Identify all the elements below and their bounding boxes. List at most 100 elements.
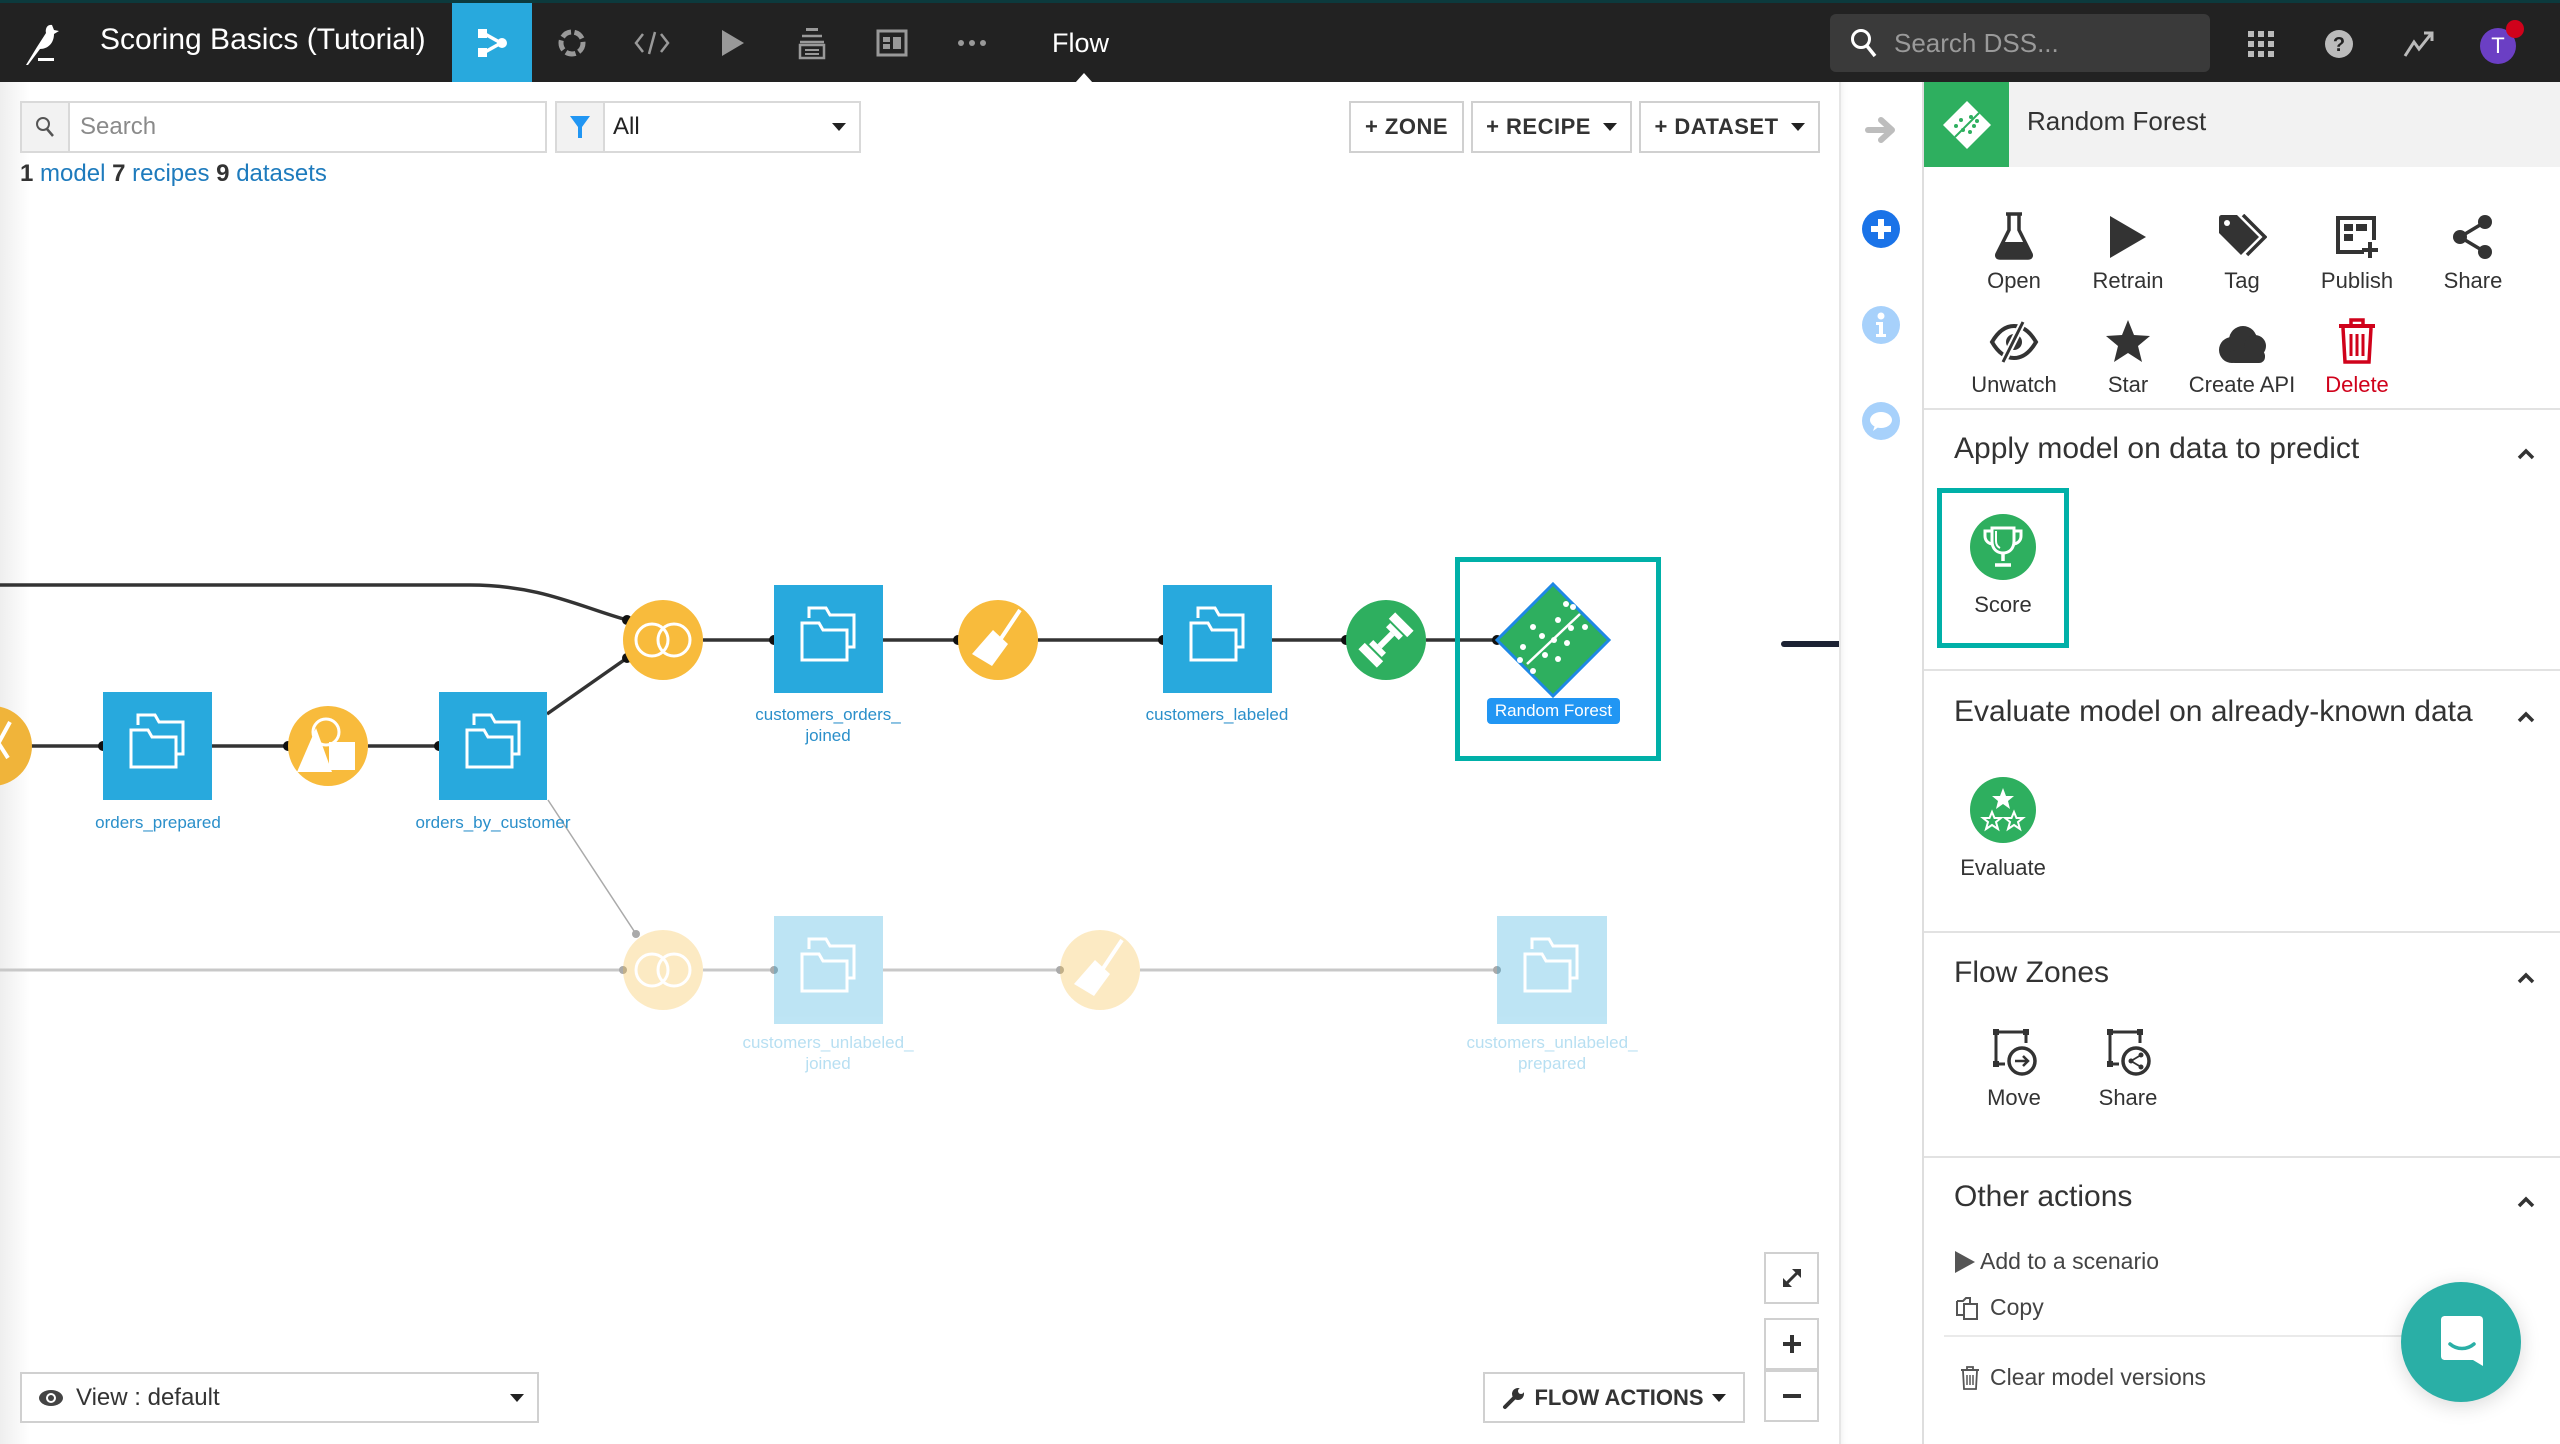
help-button[interactable]: ? — [2318, 23, 2360, 65]
recipe-node-prepare-left[interactable] — [0, 706, 32, 786]
copy-button[interactable]: Copy — [1954, 1294, 2044, 1321]
section-title-other-actions[interactable]: Other actions — [1954, 1180, 2132, 1214]
view-select[interactable]: View : default — [20, 1372, 539, 1423]
dataset-label[interactable]: customers_unlabeled_ prepared — [1452, 1032, 1652, 1074]
evaluate-label: Evaluate — [1960, 855, 2046, 880]
right-actions-panel: Random Forest Open Retrain Tag Publish S… — [1922, 82, 2560, 1444]
flow-search-input[interactable] — [70, 103, 545, 151]
nav-wiki-button[interactable] — [772, 3, 852, 82]
flow-actions-button[interactable]: FLOW ACTIONS — [1483, 1372, 1745, 1423]
stat-count: 7 — [112, 160, 126, 187]
nav-dashboards-button[interactable] — [852, 3, 932, 82]
recipe-node-group[interactable] — [288, 706, 368, 786]
svg-text:?: ? — [2333, 34, 2345, 56]
tag-button[interactable]: Tag — [2187, 210, 2297, 294]
recipe-node-join[interactable] — [623, 600, 703, 680]
fit-to-screen-button[interactable] — [1764, 1252, 1819, 1304]
panel-title: Random Forest — [2027, 106, 2207, 136]
dataset-label[interactable]: customers_labeled — [1117, 704, 1317, 725]
unwatch-label: Unwatch — [1971, 372, 2057, 397]
dataset-node-customers-unlabeled-joined[interactable] — [774, 916, 883, 1024]
dataset-node-customers-unlabeled-prepared[interactable] — [1497, 916, 1607, 1024]
unwatch-button[interactable]: Unwatch — [1959, 314, 2069, 398]
dataset-node-orders-by-customer[interactable] — [439, 692, 547, 800]
section-title-apply[interactable]: Apply model on data to predict — [1954, 432, 2359, 466]
dataset-node-customers-orders-joined[interactable] — [774, 585, 883, 693]
dataset-label[interactable]: customers_unlabeled_ joined — [728, 1032, 928, 1074]
score-button[interactable]: Score — [1943, 514, 2063, 618]
delete-button[interactable]: Delete — [2302, 314, 2412, 398]
dataset-label[interactable]: customers_orders_ joined — [728, 704, 928, 746]
nav-more-button[interactable] — [932, 3, 1012, 82]
chat-support-button[interactable] — [2401, 1282, 2521, 1402]
flow-search-box[interactable] — [20, 101, 547, 153]
create-api-button[interactable]: Create API — [2187, 314, 2297, 398]
details-tab-button[interactable] — [1860, 304, 1902, 346]
section-title-evaluate[interactable]: Evaluate model on already-known data — [1954, 695, 2473, 729]
zone-move-icon — [1993, 1029, 2037, 1076]
nav-flow-button[interactable] — [452, 3, 532, 82]
recipe-node-prepare-faded[interactable] — [1060, 930, 1140, 1010]
activity-button[interactable] — [2398, 23, 2440, 65]
add-zone-button[interactable]: + ZONE — [1349, 101, 1464, 153]
discussions-tab-button[interactable] — [1860, 400, 1902, 442]
section-divider — [1924, 931, 2560, 933]
publish-icon — [2336, 216, 2378, 258]
flow-filter-select[interactable]: All — [555, 101, 861, 153]
add-recipe-button[interactable]: + RECIPE — [1471, 101, 1632, 153]
star-button[interactable]: Star — [2073, 314, 2183, 398]
dashboard-icon — [876, 29, 908, 56]
chevron-down-icon — [1602, 123, 1617, 131]
clear-model-versions-button[interactable]: Clear model versions — [1960, 1364, 2206, 1391]
dataset-node-customers-labeled[interactable] — [1163, 585, 1272, 693]
project-title[interactable]: Scoring Basics (Tutorial) — [100, 23, 426, 57]
model-type-icon — [1924, 82, 2009, 167]
nav-jobs-button[interactable] — [692, 3, 772, 82]
chevron-up-icon[interactable] — [2514, 1190, 2538, 1214]
stat-link-datasets[interactable]: datasets — [236, 160, 327, 187]
actions-tab-button[interactable] — [1860, 208, 1902, 250]
apps-grid-button[interactable] — [2240, 23, 2282, 65]
edge — [545, 656, 629, 716]
stat-link-recipes[interactable]: recipes — [132, 160, 209, 187]
nav-code-button[interactable] — [612, 3, 692, 82]
section-name[interactable]: Flow — [1052, 28, 1109, 59]
chevron-up-icon[interactable] — [2514, 705, 2538, 729]
dataset-node-orders-prepared[interactable] — [103, 692, 212, 800]
wrench-icon — [1503, 1387, 1525, 1409]
chevron-down-icon — [1790, 123, 1805, 131]
open-button[interactable]: Open — [1959, 210, 2069, 294]
recipe-node-train[interactable] — [1346, 600, 1426, 680]
section-title-flow-zones[interactable]: Flow Zones — [1954, 956, 2109, 990]
evaluate-button[interactable]: Evaluate — [1943, 777, 2063, 881]
chat-icon — [2441, 1316, 2483, 1366]
zoom-out-button[interactable] — [1764, 1370, 1819, 1422]
move-to-zone-button[interactable]: Move — [1959, 1027, 2069, 1111]
stat-link-models[interactable]: model — [40, 160, 105, 187]
retrain-button[interactable]: Retrain — [2073, 210, 2183, 294]
dataiku-bird-logo-icon[interactable] — [18, 19, 68, 69]
share-button[interactable]: Share — [2418, 210, 2528, 294]
dataset-label[interactable]: orders_by_customer — [393, 812, 593, 833]
chevron-up-icon[interactable] — [2514, 966, 2538, 990]
publish-button[interactable]: Publish — [2302, 210, 2412, 294]
chevron-up-icon[interactable] — [2514, 442, 2538, 466]
add-recipe-label: + RECIPE — [1486, 114, 1591, 139]
nav-lab-button[interactable] — [532, 3, 612, 82]
stars-icon — [1980, 788, 2026, 832]
section-divider — [1924, 408, 2560, 410]
recipe-node-join-faded[interactable] — [623, 930, 703, 1010]
filter-value: All — [613, 113, 640, 140]
global-search-box[interactable] — [1830, 14, 2210, 72]
add-dataset-button[interactable]: + DATASET — [1639, 101, 1820, 153]
trend-icon — [2403, 31, 2434, 57]
dataset-label[interactable]: orders_prepared — [58, 812, 258, 833]
expand-icon — [1782, 1269, 1801, 1287]
collapse-panel-button[interactable] — [1860, 109, 1902, 151]
global-search-input[interactable] — [1894, 27, 2194, 59]
recipe-node-prepare[interactable] — [958, 600, 1038, 680]
zoom-in-button[interactable] — [1764, 1318, 1819, 1370]
share-to-zone-button[interactable]: Share — [2073, 1027, 2183, 1111]
filter-icon — [557, 103, 605, 151]
add-to-scenario-button[interactable]: Add to a scenario — [1954, 1248, 2159, 1275]
